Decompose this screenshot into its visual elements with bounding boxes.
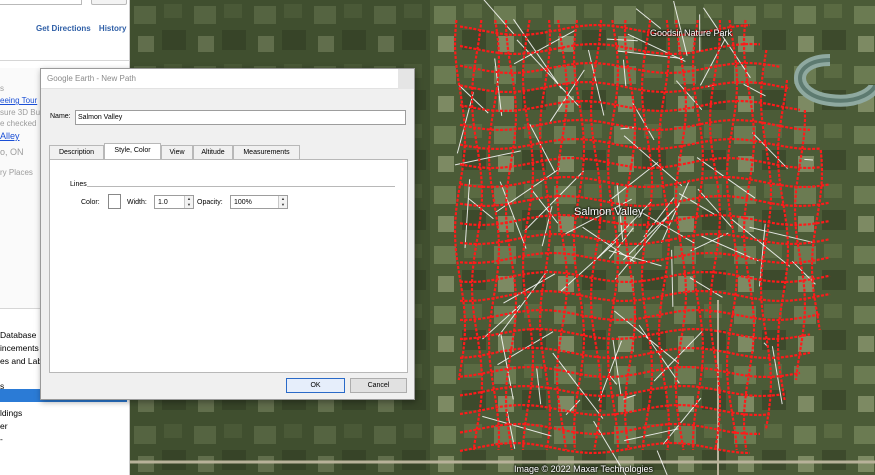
map-label-salmon-valley: Salmon Valley <box>574 206 644 218</box>
places-fragment: s <box>0 84 4 93</box>
tab-measurements[interactable]: Measurements <box>233 145 300 159</box>
dialog-titlebar[interactable]: Google Earth - New Path <box>41 69 414 89</box>
divider <box>0 60 129 61</box>
search-links: Get Directions History <box>36 24 129 33</box>
salmon-valley-place-link[interactable]: Alley <box>0 131 20 141</box>
layer-more[interactable]: - <box>0 434 3 444</box>
map-attribution: Image © 2022 Maxar Technologies <box>514 464 654 474</box>
style-color-panel: Lines Color: Width: 1.0 ▲ ▼ Opacity: 100%… <box>49 159 408 373</box>
width-value: 1.0 <box>158 199 168 206</box>
spinner-arrows-icon[interactable]: ▲ ▼ <box>278 196 287 208</box>
layer-places[interactable]: s <box>0 381 4 391</box>
place-location: o, ON <box>0 147 24 157</box>
places-note: sure 3D Bu <box>0 108 41 117</box>
layer-primary-database[interactable]: Database <box>0 330 36 340</box>
ok-button[interactable]: OK <box>286 378 345 393</box>
lines-group-title: Lines <box>70 181 87 188</box>
dialog-title: Google Earth - New Path <box>47 74 136 83</box>
places-note: e checked <box>0 119 37 128</box>
width-spinbox[interactable]: 1.0 ▲ ▼ <box>154 195 194 209</box>
tab-style-color[interactable]: Style, Color <box>104 143 161 159</box>
get-directions-link[interactable]: Get Directions <box>36 24 91 33</box>
cancel-button[interactable]: Cancel <box>350 378 407 393</box>
layer-3d-buildings[interactable]: ldings <box>0 408 22 418</box>
width-label: Width: <box>127 199 147 206</box>
name-field[interactable]: Salmon Valley <box>75 110 406 125</box>
close-button[interactable] <box>398 69 414 89</box>
new-path-dialog: Google Earth - New Path Name: Salmon Val… <box>40 68 415 400</box>
search-button[interactable] <box>91 0 127 5</box>
line-color-swatch[interactable] <box>108 194 121 209</box>
tab-altitude[interactable]: Altitude <box>193 145 233 159</box>
opacity-spinbox[interactable]: 100% ▲ ▼ <box>230 195 288 209</box>
spinner-arrows-icon[interactable]: ▲ ▼ <box>184 196 193 208</box>
temporary-places-item[interactable]: ry Places <box>0 168 33 177</box>
tab-description[interactable]: Description <box>49 145 104 159</box>
opacity-label: Opacity: <box>197 199 223 206</box>
group-divider <box>87 186 395 187</box>
sightseeing-tour-link[interactable]: eeing Tour <box>0 96 37 105</box>
search-input[interactable] <box>0 0 82 5</box>
opacity-value: 100% <box>234 199 252 206</box>
layer-weather[interactable]: er <box>0 421 8 431</box>
name-label: Name: <box>50 113 71 120</box>
layer-announcements[interactable]: incements <box>0 343 39 353</box>
map-label-park: Goodsir Nature Park <box>650 28 733 38</box>
tab-view[interactable]: View <box>161 145 193 159</box>
color-label: Color: <box>81 199 100 206</box>
history-link[interactable]: History <box>99 24 127 33</box>
